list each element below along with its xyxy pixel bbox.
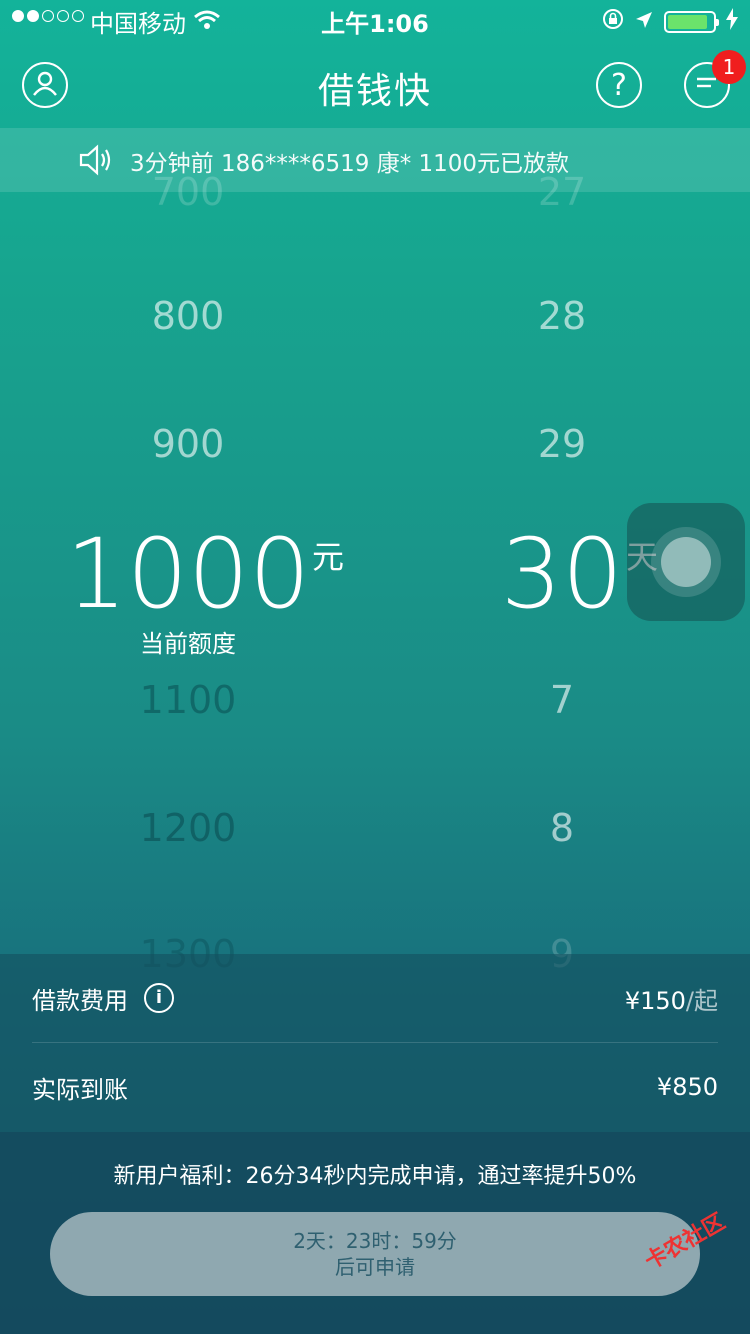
- days-option[interactable]: 28: [412, 294, 712, 338]
- apply-button[interactable]: 2天：23时：59分 后可申请: [50, 1212, 700, 1296]
- amount-unit: 元: [312, 538, 345, 576]
- amount-option[interactable]: 900: [38, 422, 338, 466]
- assistive-touch-button[interactable]: [627, 503, 745, 621]
- battery-icon: [664, 11, 719, 33]
- net-amount-row: 实际到账 ¥850: [32, 1043, 718, 1131]
- days-option[interactable]: 29: [412, 422, 712, 466]
- apply-panel: 新用户福利：26分34秒内完成申请，通过率提升50% 2天：23时：59分 后可…: [0, 1132, 750, 1334]
- loan-fee-suffix: /起: [685, 986, 718, 1015]
- loan-fee-value: ¥150: [624, 986, 686, 1015]
- assistive-touch-dot: [661, 537, 711, 587]
- fee-summary-panel: 借款费用 i ¥150/起 实际到账 ¥850: [0, 954, 750, 1132]
- amount-option[interactable]: 700: [38, 170, 338, 214]
- nav-header: 借钱快 ? 1: [0, 40, 750, 128]
- amount-option[interactable]: 1200: [38, 806, 338, 850]
- new-user-bonus-text: 新用户福利：26分34秒内完成申请，通过率提升50%: [113, 1164, 637, 1189]
- apply-countdown: 2天：23时：59分: [293, 1229, 457, 1253]
- help-button[interactable]: ?: [596, 62, 642, 108]
- question-icon: ?: [611, 67, 627, 103]
- apply-button-label: 后可申请: [335, 1255, 415, 1279]
- amount-caption: 当前额度: [140, 630, 236, 658]
- amount-selected[interactable]: 1000: [38, 518, 338, 630]
- status-indicators: [602, 8, 738, 36]
- loan-fee-label: 借款费用: [32, 986, 128, 1015]
- amount-option[interactable]: 1100: [38, 678, 338, 722]
- net-amount-value: ¥850: [656, 1073, 718, 1101]
- days-option[interactable]: 8: [412, 806, 712, 850]
- info-icon[interactable]: i: [144, 983, 174, 1013]
- loan-fee-row: 借款费用 i ¥150/起: [32, 954, 718, 1043]
- notification-badge: 1: [712, 50, 746, 84]
- net-amount-label: 实际到账: [32, 1075, 128, 1104]
- rotation-lock-icon: [602, 8, 624, 36]
- days-option[interactable]: 7: [412, 678, 712, 722]
- amount-option[interactable]: 800: [38, 294, 338, 338]
- status-bar: 中国移动 上午1:06: [0, 0, 750, 40]
- days-option[interactable]: 27: [412, 170, 712, 214]
- location-arrow-icon: [634, 8, 654, 36]
- charging-bolt-icon: [726, 8, 738, 36]
